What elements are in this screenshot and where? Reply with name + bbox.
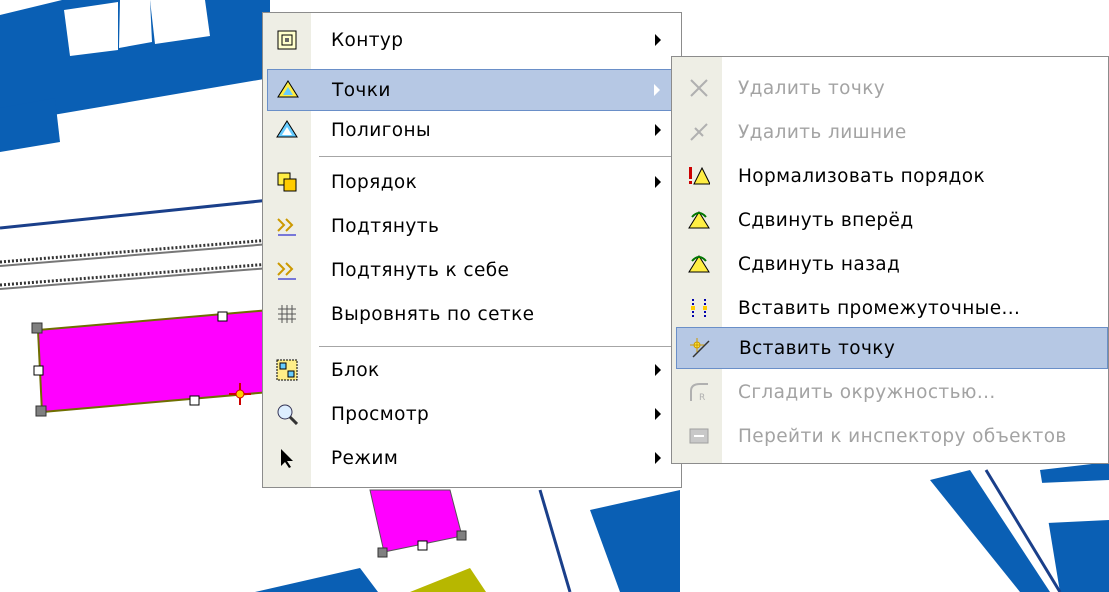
cursor-arrow-icon [274,445,300,471]
menu-item-order[interactable]: Порядок [263,161,681,203]
menu-item-snap[interactable]: Подтянуть [263,205,681,247]
submenu-item-insert-point[interactable]: Вставить точку [676,327,1108,369]
delete-extra-icon [686,119,712,145]
block-icon [274,357,300,383]
map-magenta-block [369,489,463,553]
selected-polygon[interactable] [36,308,271,414]
vertex-handle[interactable] [35,405,47,417]
map-rail [0,238,271,264]
midpoint-handle[interactable] [217,311,228,322]
submenu-item-label: Вставить промежуточные... [738,297,1021,319]
menu-item-label: Контур [331,29,404,51]
map-line [0,198,271,230]
menu-item-label: Выровнять по сетке [331,303,535,325]
menu-item-polygons[interactable]: Полигоны [263,109,681,151]
submenu-item-label: Удалить точку [738,77,886,99]
submenu-item-shift-back[interactable]: Сдвинуть назад [672,243,1108,285]
menu-item-snap-to-self[interactable]: Подтянуть к себе [263,249,681,291]
menu-item-view[interactable]: Просмотр [263,393,681,435]
map-gap [64,2,118,56]
midpoint-handle[interactable] [33,365,44,376]
insert-intermediate-icon [686,295,712,321]
delete-point-icon [686,75,712,101]
points-submenu: Удалить точку Удалить лишние Нормализова… [671,56,1109,464]
menu-item-block[interactable]: Блок [263,349,681,391]
submenu-arrow-icon [655,124,661,136]
submenu-item-label: Сдвинуть вперёд [738,209,914,231]
magnifier-icon [274,401,300,427]
map-rail4 [0,267,271,290]
map-rail3 [0,262,271,287]
menu-item-label: Блок [331,359,380,381]
submenu-item-label: Вставить точку [739,337,896,359]
submenu-arrow-icon [655,452,661,464]
menu-item-label: Просмотр [331,403,430,425]
submenu-item-delete-point[interactable]: Удалить точку [672,67,1108,109]
object-inspector-icon [686,423,712,449]
insert-point-icon [687,335,713,361]
submenu-item-delete-extra[interactable]: Удалить лишние [672,111,1108,153]
order-icon [274,169,300,195]
menu-separator [319,156,673,157]
submenu-arrow-icon [655,176,661,188]
submenu-arrow-icon [655,364,661,376]
menu-item-label: Порядок [331,171,418,193]
shift-forward-icon [686,207,712,233]
menu-item-label: Режим [331,447,399,469]
svg-text:R: R [699,393,705,403]
shift-back-icon [686,251,712,277]
menu-item-points[interactable]: Точки [267,69,679,111]
map-olive-block [410,568,486,592]
menu-item-mode[interactable]: Режим [263,437,681,479]
grid-icon [274,301,300,327]
submenu-item-label: Удалить лишние [738,121,907,143]
midpoint-handle[interactable] [189,395,200,406]
menu-item-contour[interactable]: Контур [263,19,681,61]
submenu-item-label: Нормализовать порядок [738,165,986,187]
map-rail2 [0,243,271,267]
context-menu: Контур Точки Полигоны Порядок Подтянуть [262,12,682,488]
submenu-item-shift-forward[interactable]: Сдвинуть вперёд [672,199,1108,241]
points-icon [275,77,301,103]
submenu-item-label: Сгладить окружностью... [738,381,996,403]
map-blue-corner [590,490,680,592]
snap-icon [274,213,300,239]
vertex-handle[interactable] [31,322,43,334]
submenu-arrow-icon [655,34,661,46]
menu-item-align-grid[interactable]: Выровнять по сетке [263,293,681,335]
menu-item-label: Полигоны [331,119,432,141]
vertex-handle[interactable] [456,530,467,541]
submenu-item-label: Перейти к инспектору объектов [738,425,1067,447]
submenu-item-smooth-circle[interactable]: R Сгладить окружностью... [672,371,1108,413]
submenu-arrow-icon [655,408,661,420]
map-line [538,489,572,592]
menu-item-label: Точки [332,79,391,101]
menu-separator [319,346,673,347]
smooth-circle-icon: R [686,379,712,405]
submenu-item-normalize[interactable]: Нормализовать порядок [672,155,1108,197]
menu-item-label: Подтянуть к себе [331,259,510,281]
snap-to-self-icon [274,257,300,283]
contour-icon [274,27,300,53]
submenu-item-insert-intermediate[interactable]: Вставить промежуточные... [672,287,1108,329]
midpoint-handle[interactable] [417,540,428,551]
map-blue-block [255,568,378,592]
submenu-item-object-inspector[interactable]: Перейти к инспектору объектов [672,415,1108,457]
vertex-handle[interactable] [377,547,388,558]
polygons-icon [274,117,300,143]
normalize-order-icon [686,163,712,189]
submenu-item-label: Сдвинуть назад [738,253,901,275]
menu-item-label: Подтянуть [331,215,440,237]
submenu-arrow-icon [654,84,660,96]
